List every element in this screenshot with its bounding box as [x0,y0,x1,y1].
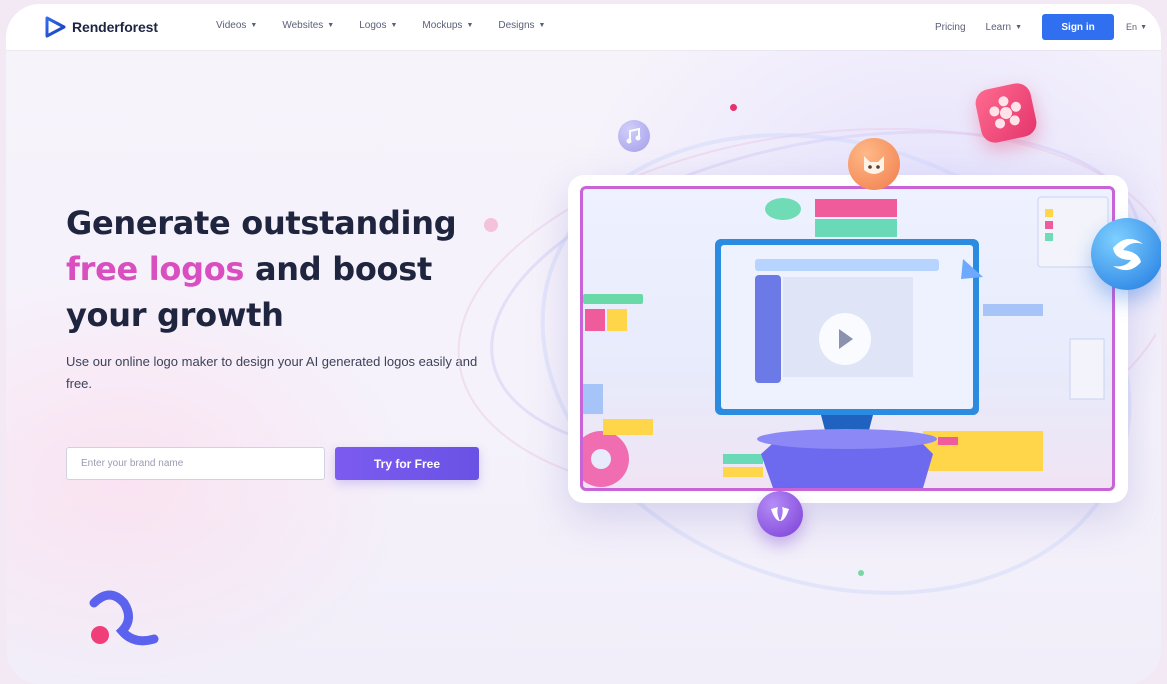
caret-down-icon: ▼ [466,22,474,29]
sign-in-button[interactable]: Sign in [1042,14,1115,40]
learn-label: Learn [985,21,1012,33]
music-note-badge [618,120,650,152]
caret-down-icon: ▼ [1015,23,1023,31]
pink-blur-dot [484,218,498,232]
swirl-icon [1113,238,1143,271]
green-dot [858,570,864,576]
headline-accent: free logos [66,250,245,288]
page-frame: Renderforest Videos ▼ Websites ▼ Logos ▼… [6,4,1161,684]
menu-item-label: Websites [282,20,324,31]
pricing-link[interactable]: Pricing [935,22,966,33]
menu-item-label: Mockups [422,20,463,31]
cat-emoji-badge [848,138,900,190]
music-note-icon [626,127,641,144]
pink-flower-badge [972,80,1040,146]
flower-icon [989,96,1021,129]
headline-line-3: your growth [66,296,284,334]
caret-down-icon: ▼ [1140,23,1147,31]
menu-item-mockups[interactable]: Mockups ▼ [422,20,473,31]
brand-name-input[interactable] [66,447,325,480]
swirl-logo-badge [1091,218,1161,290]
menu-item-label: Logos [359,20,387,31]
red-dot [730,104,737,111]
illustration-screen [580,186,1115,491]
menu-item-label: Designs [498,20,535,31]
language-selector[interactable]: En ▼ [1126,22,1147,32]
caret-down-icon: ▼ [538,22,546,29]
language-label: En [1126,22,1138,32]
cat-icon [864,156,884,174]
main-menu: Videos ▼ Websites ▼ Logos ▼ Mockups ▼ De… [216,20,570,31]
workspace-illustration [583,196,1109,488]
hero-subtext: Use our online logo maker to design your… [66,354,478,391]
learn-menu[interactable]: Learn ▼ [986,22,1023,33]
purple-w-badge [757,491,803,537]
right-menu: Pricing Learn ▼ Sign in En ▼ [935,14,1147,40]
brand-logo[interactable]: Renderforest [44,16,158,38]
menu-item-designs[interactable]: Designs ▼ [498,20,545,31]
headline-line-1: Generate outstanding [66,204,457,242]
caret-down-icon: ▼ [250,22,258,29]
renderforest-play-logo-icon [45,16,66,38]
menu-item-logos[interactable]: Logos ▼ [359,20,397,31]
menu-item-videos[interactable]: Videos ▼ [216,20,257,31]
menu-item-websites[interactable]: Websites ▼ [282,20,334,31]
menu-item-label: Videos [216,20,247,31]
caret-down-icon: ▼ [327,22,335,29]
caret-down-icon: ▼ [390,22,398,29]
brand-name: Renderforest [72,19,158,35]
headline-rest: and boost [244,250,432,288]
top-navigation: Renderforest Videos ▼ Websites ▼ Logos ▼… [6,4,1161,50]
leaf-icon [771,507,789,521]
